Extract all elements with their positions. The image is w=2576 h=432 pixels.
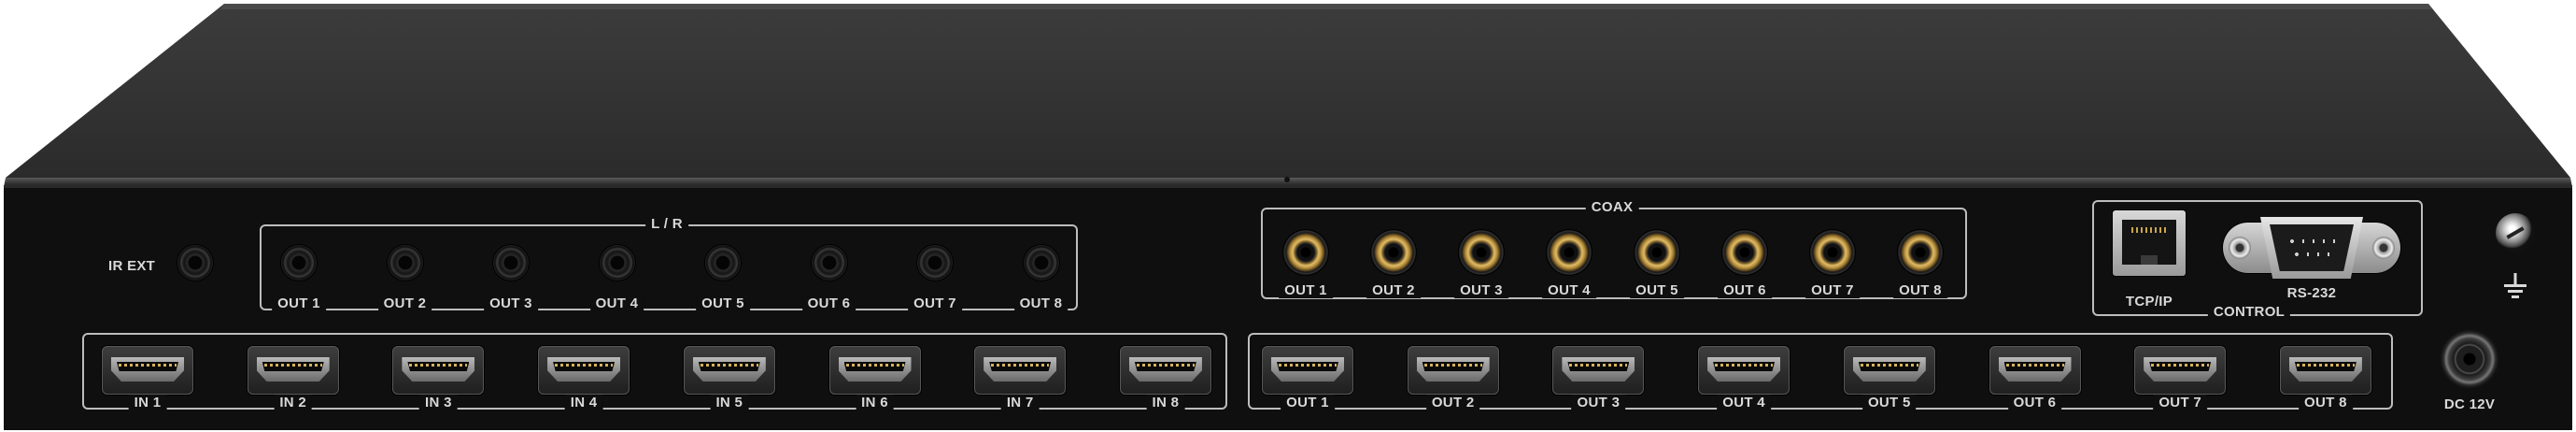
lr-output-label: OUT 4 (589, 295, 644, 311)
hdmi-input-label: IN 8 (1146, 395, 1185, 410)
hdmi-output-label: OUT 3 (1571, 395, 1626, 410)
lr-output-label: OUT 7 (908, 295, 962, 311)
ground-screw-icon[interactable] (2496, 213, 2535, 252)
top-cover (6, 4, 2570, 178)
hdmi-input-label: IN 7 (1000, 395, 1040, 410)
hdmi-input-label: IN 5 (710, 395, 749, 410)
coax-output-label: OUT 2 (1366, 282, 1421, 298)
coax-rca-jack[interactable] (1459, 230, 1504, 275)
coax-output-label: OUT 7 (1805, 282, 1860, 298)
tcpip-port[interactable] (2113, 210, 2186, 276)
lr-audio-jack[interactable] (387, 245, 423, 281)
lr-audio-jack[interactable] (705, 245, 741, 281)
hdmi-output-port[interactable] (1552, 346, 1645, 395)
coax-output-label: OUT 1 (1279, 282, 1333, 298)
coax-output-label: OUT 4 (1542, 282, 1596, 298)
coax-rca-jack[interactable] (1371, 230, 1416, 275)
lr-audio-jack[interactable] (917, 245, 953, 281)
hdmi-input-port[interactable] (683, 346, 775, 395)
hdmi-input-label: IN 6 (856, 395, 894, 410)
coax-output-label: OUT 5 (1630, 282, 1684, 298)
lr-audio-jack[interactable] (493, 245, 529, 281)
hdmi-input-label: IN 1 (128, 395, 167, 410)
hdmi-output-label: OUT 8 (2299, 395, 2353, 410)
coax-rca-jack[interactable] (1635, 230, 1679, 275)
lr-output-label: OUT 5 (696, 295, 750, 311)
hdmi-input-port[interactable] (974, 346, 1067, 395)
ground-symbol-icon (2503, 273, 2527, 298)
hdmi-output-port[interactable] (2134, 346, 2227, 395)
tcpip-label: TCP/IP (2125, 294, 2173, 310)
ir-ext-label: IR EXT (108, 258, 156, 274)
matrix-switcher-rear-view: IR EXT L / R OUT 1 OUT 2 OUT 3 OUT 4 OUT 5 OU… (0, 0, 2576, 432)
dc-power-label: DC 12V (2443, 396, 2496, 412)
lr-output-label: OUT 6 (801, 295, 856, 311)
lr-output-label: OUT 8 (1013, 295, 1069, 311)
serial-port-icon (2260, 217, 2363, 279)
hdmi-output-port[interactable] (2279, 346, 2371, 395)
coax-output-label: OUT 6 (1718, 282, 1772, 298)
hdmi-output-label: OUT 2 (1425, 395, 1480, 410)
ethernet-port-icon (2122, 220, 2176, 265)
hdmi-input-port[interactable] (538, 346, 630, 395)
hdmi-input-label: IN 3 (419, 395, 458, 410)
hdmi-input-port[interactable] (247, 346, 339, 395)
hdmi-output-label: OUT 7 (2153, 395, 2208, 410)
rs232-label: RS-232 (2286, 285, 2337, 301)
coax-rca-jack[interactable] (1810, 230, 1855, 275)
rs232-port[interactable] (2223, 217, 2400, 279)
hdmi-output-label: OUT 5 (1861, 395, 1917, 410)
hdmi-output-port[interactable] (1843, 346, 1935, 395)
coax-output-label: OUT 8 (1893, 282, 1947, 298)
hdmi-output-label: OUT 4 (1717, 395, 1771, 410)
hdmi-output-port[interactable] (1698, 346, 1790, 395)
hdmi-input-port[interactable] (392, 346, 485, 395)
control-group-title: CONTROL (2207, 304, 2291, 320)
coax-rca-jack[interactable] (1722, 230, 1767, 275)
lr-output-label: OUT 1 (272, 295, 326, 311)
hdmi-output-port[interactable] (1407, 346, 1499, 395)
hdmi-output-label: OUT 6 (2007, 395, 2062, 410)
hdmi-output-port[interactable] (1989, 346, 2081, 395)
lr-audio-jack[interactable] (281, 245, 317, 281)
lr-output-label: OUT 3 (484, 295, 538, 311)
hdmi-input-label: IN 4 (564, 395, 603, 410)
coax-rca-jack[interactable] (1547, 230, 1592, 275)
ir-ext-port[interactable] (177, 245, 213, 281)
hdmi-output-port[interactable] (1262, 346, 1353, 395)
hdmi-input-port[interactable] (1119, 346, 1211, 395)
coax-rca-jack[interactable] (1283, 230, 1328, 275)
hdmi-input-label: IN 2 (274, 395, 313, 410)
dc-power-jack-icon[interactable] (2440, 329, 2499, 389)
hdmi-input-port[interactable] (102, 346, 193, 395)
lr-audio-jack[interactable] (599, 245, 635, 281)
coax-output-label: OUT 3 (1454, 282, 1508, 298)
hdmi-input-port[interactable] (828, 346, 921, 395)
lr-audio-group-title: L / R (645, 216, 688, 232)
lr-output-label: OUT 2 (377, 295, 432, 311)
coax-rca-jack[interactable] (1898, 230, 1943, 275)
lr-audio-jack[interactable] (811, 245, 847, 281)
coax-group-title: COAX (1585, 199, 1639, 215)
hdmi-output-label: OUT 1 (1281, 395, 1335, 410)
lr-audio-jack[interactable] (1023, 245, 1059, 281)
